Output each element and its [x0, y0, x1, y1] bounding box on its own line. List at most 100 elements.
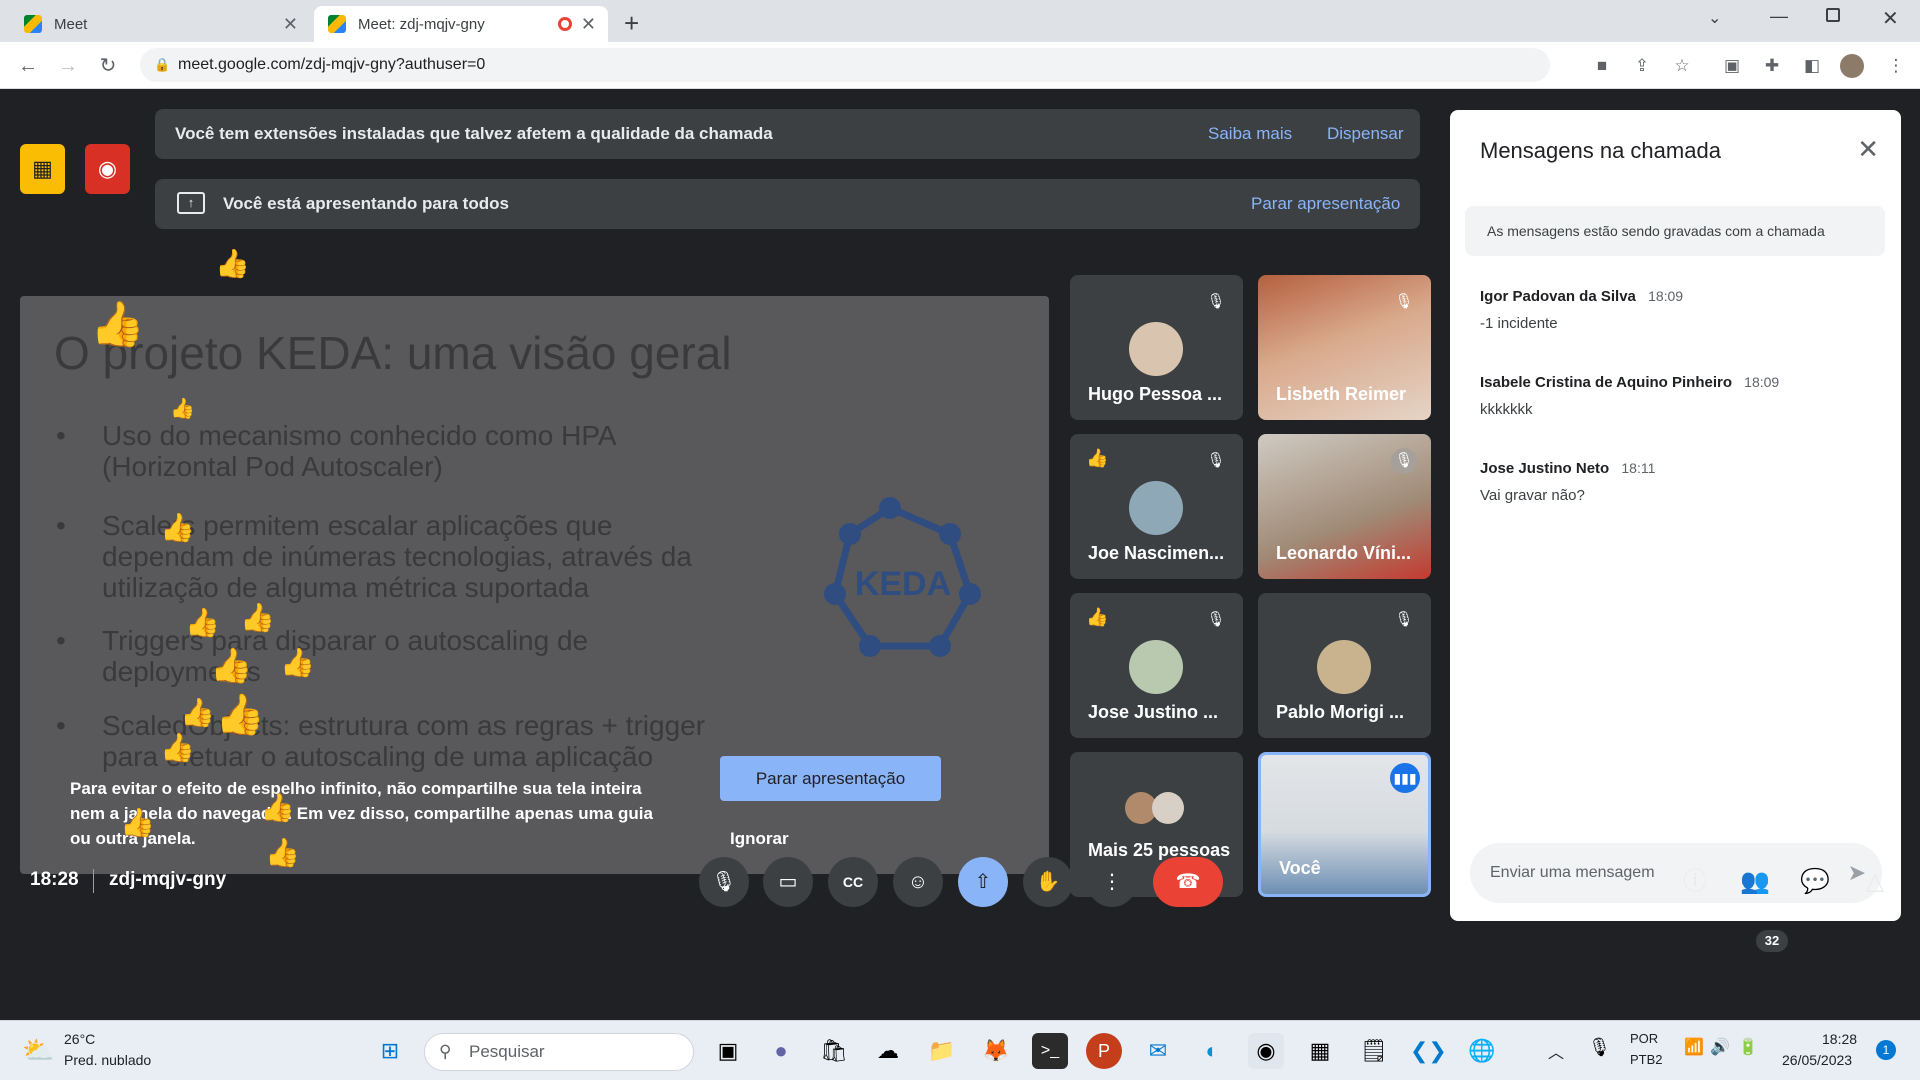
- edge-icon[interactable]: ◐: [1194, 1033, 1230, 1069]
- self-view-tile[interactable]: ▮▮▮ Você: [1258, 752, 1431, 897]
- captions-button[interactable]: CC: [828, 857, 878, 907]
- meeting-time: 18:28: [30, 869, 79, 890]
- participant-tile[interactable]: 🎙 Lisbeth Reimer: [1258, 275, 1431, 420]
- new-tab-icon[interactable]: +: [624, 8, 639, 39]
- notification-badge[interactable]: 1: [1876, 1040, 1896, 1060]
- emoji-button[interactable]: ☺: [893, 857, 943, 907]
- globe-app-icon[interactable]: 🌐: [1464, 1033, 1500, 1069]
- reaction-thumbs-up-icon: 👍: [1086, 607, 1109, 627]
- avatar: [1129, 640, 1183, 694]
- raise-hand-button[interactable]: ✋: [1023, 857, 1073, 907]
- keda-logo-text: KEDA: [855, 565, 951, 603]
- recording-indicator-icon[interactable]: ◉: [85, 144, 130, 194]
- close-icon[interactable]: ✕: [1857, 134, 1879, 165]
- extensions-icon[interactable]: ✚: [1760, 54, 1784, 78]
- dismiss-link[interactable]: Dispensar: [1327, 124, 1404, 144]
- mic-muted-icon: 🎙: [1206, 611, 1226, 628]
- volume-icon[interactable]: 🔊: [1710, 1037, 1730, 1057]
- meeting-info-icon[interactable]: ⓘ: [1675, 862, 1715, 902]
- present-button[interactable]: ⇧: [958, 857, 1008, 907]
- reaction-thumbs-up-icon: 👍: [160, 732, 195, 763]
- camera-icon[interactable]: ■: [1590, 54, 1614, 78]
- keyboard-layout[interactable]: PTB2: [1630, 1052, 1663, 1067]
- url-input[interactable]: 🔒 meet.google.com/zdj-mqjv-gny?authuser=…: [140, 48, 1550, 82]
- notepad-icon[interactable]: 🗒: [1356, 1033, 1392, 1069]
- teams-chat-icon[interactable]: ●: [763, 1033, 799, 1069]
- close-window-icon[interactable]: ✕: [1882, 6, 1899, 31]
- reload-icon[interactable]: ↻: [94, 52, 122, 80]
- ignore-button[interactable]: Ignorar: [730, 829, 789, 849]
- forward-icon[interactable]: →: [54, 52, 82, 80]
- activities-icon[interactable]: △: [1855, 862, 1895, 902]
- start-icon[interactable]: ⊞: [372, 1033, 408, 1069]
- url-text: meet.google.com/zdj-mqjv-gny?authuser=0: [178, 56, 486, 73]
- more-options-button[interactable]: ⋮: [1087, 857, 1137, 907]
- tab-meet-call[interactable]: Meet: zdj-mqjv-gny ✕: [314, 6, 608, 42]
- leave-call-button[interactable]: ☎: [1153, 857, 1223, 907]
- clock-date[interactable]: 26/05/2023: [1782, 1052, 1852, 1068]
- side-panel-icon[interactable]: ◧: [1800, 54, 1824, 78]
- participant-tile[interactable]: 🎙 Hugo Pessoa ...: [1070, 275, 1243, 420]
- file-explorer-icon[interactable]: 📁: [924, 1033, 960, 1069]
- chat-message: Igor Padovan da Silva 18:09 -1 incidente: [1480, 288, 1683, 332]
- participant-tile[interactable]: 🎙 Leonardo Víni...: [1258, 434, 1431, 579]
- reaction-thumbs-up-icon: 👍: [210, 647, 253, 685]
- participant-tile[interactable]: 👍 🎙 Joe Nascimen...: [1070, 434, 1243, 579]
- close-icon[interactable]: ✕: [581, 14, 596, 35]
- camera-button[interactable]: ▭: [763, 857, 813, 907]
- tab-search-icon[interactable]: ⌄: [1708, 8, 1721, 28]
- browser-tab-bar: Meet ✕ Meet: zdj-mqjv-gny ✕ + ⌄ — ✕: [0, 0, 1920, 42]
- battery-icon[interactable]: 🔋: [1738, 1037, 1758, 1057]
- bookmark-star-icon[interactable]: ☆: [1670, 54, 1694, 78]
- stop-presenting-link[interactable]: Parar apresentação: [1251, 194, 1400, 214]
- task-view-icon[interactable]: ▣: [710, 1033, 746, 1069]
- terminal-icon[interactable]: >_: [1032, 1033, 1068, 1069]
- slide-title: O projeto KEDA: uma visão geral: [54, 327, 732, 379]
- presenting-banner: ↑ Você está apresentando para todos Para…: [155, 179, 1420, 229]
- wifi-icon[interactable]: 📶: [1684, 1037, 1704, 1057]
- close-icon[interactable]: ✕: [283, 14, 298, 35]
- profile-avatar[interactable]: [1840, 54, 1864, 78]
- tray-chevron-icon[interactable]: ︿: [1548, 1039, 1564, 1063]
- taskbar-search[interactable]: ⚲ Pesquisar: [424, 1033, 694, 1071]
- learn-more-link[interactable]: Saiba mais: [1208, 124, 1292, 144]
- weather-temp: 26°C: [64, 1031, 96, 1047]
- chrome-icon[interactable]: ◉: [1248, 1033, 1284, 1069]
- no-video-effect-icon[interactable]: ▦: [20, 144, 65, 194]
- minimize-icon[interactable]: —: [1770, 6, 1788, 27]
- store-icon[interactable]: 🛍: [816, 1033, 852, 1069]
- message-time: 18:09: [1744, 374, 1780, 390]
- mail-icon[interactable]: ✉: [1140, 1033, 1176, 1069]
- people-icon[interactable]: 👥: [1735, 862, 1775, 902]
- slide-bullet: Scalers permitem escalar aplicações que …: [56, 510, 722, 603]
- tab-meet[interactable]: Meet ✕: [10, 6, 310, 42]
- firefox-icon[interactable]: 🦊: [978, 1033, 1014, 1069]
- participant-name: Leonardo Víni...: [1276, 543, 1412, 563]
- weather-icon[interactable]: ⛅: [22, 1035, 54, 1066]
- app-icon[interactable]: ▦: [1302, 1033, 1338, 1069]
- participant-name: Você: [1279, 858, 1321, 878]
- stop-presenting-button[interactable]: Parar apresentação: [720, 756, 941, 801]
- mic-muted-icon: 🎙: [1394, 611, 1414, 628]
- chat-panel: Mensagens na chamada ✕ As mensagens estã…: [1450, 110, 1901, 921]
- participant-tile[interactable]: 🎙 Pablo Morigi ...: [1258, 593, 1431, 738]
- participant-tile[interactable]: 👍 🎙 Jose Justino ...: [1070, 593, 1243, 738]
- clock-time[interactable]: 18:28: [1822, 1031, 1857, 1047]
- picture-in-picture-icon[interactable]: ▣: [1720, 54, 1744, 78]
- message-text: -1 incidente: [1480, 315, 1558, 332]
- tray-mic-icon[interactable]: 🎙: [1588, 1037, 1611, 1058]
- weather-app-icon[interactable]: ☁: [870, 1033, 906, 1069]
- address-bar: ← → ↻ 🔒 meet.google.com/zdj-mqjv-gny?aut…: [0, 42, 1920, 89]
- reaction-thumbs-up-icon: 👍: [215, 693, 265, 737]
- maximize-icon[interactable]: [1826, 8, 1840, 22]
- menu-icon[interactable]: ⋮: [1884, 54, 1908, 78]
- chat-message: Jose Justino Neto 18:11 Vai gravar não?: [1480, 460, 1655, 504]
- language-code[interactable]: POR: [1630, 1031, 1658, 1046]
- powerpoint-icon[interactable]: P: [1086, 1033, 1122, 1069]
- microphone-button[interactable]: 🎙: [699, 857, 749, 907]
- vscode-icon[interactable]: ❮❯: [1410, 1033, 1447, 1069]
- chat-icon[interactable]: 💬: [1795, 862, 1835, 902]
- chat-message: Isabele Cristina de Aquino Pinheiro 18:0…: [1480, 374, 1779, 418]
- back-icon[interactable]: ←: [14, 52, 42, 80]
- share-icon[interactable]: ⇪: [1630, 54, 1654, 78]
